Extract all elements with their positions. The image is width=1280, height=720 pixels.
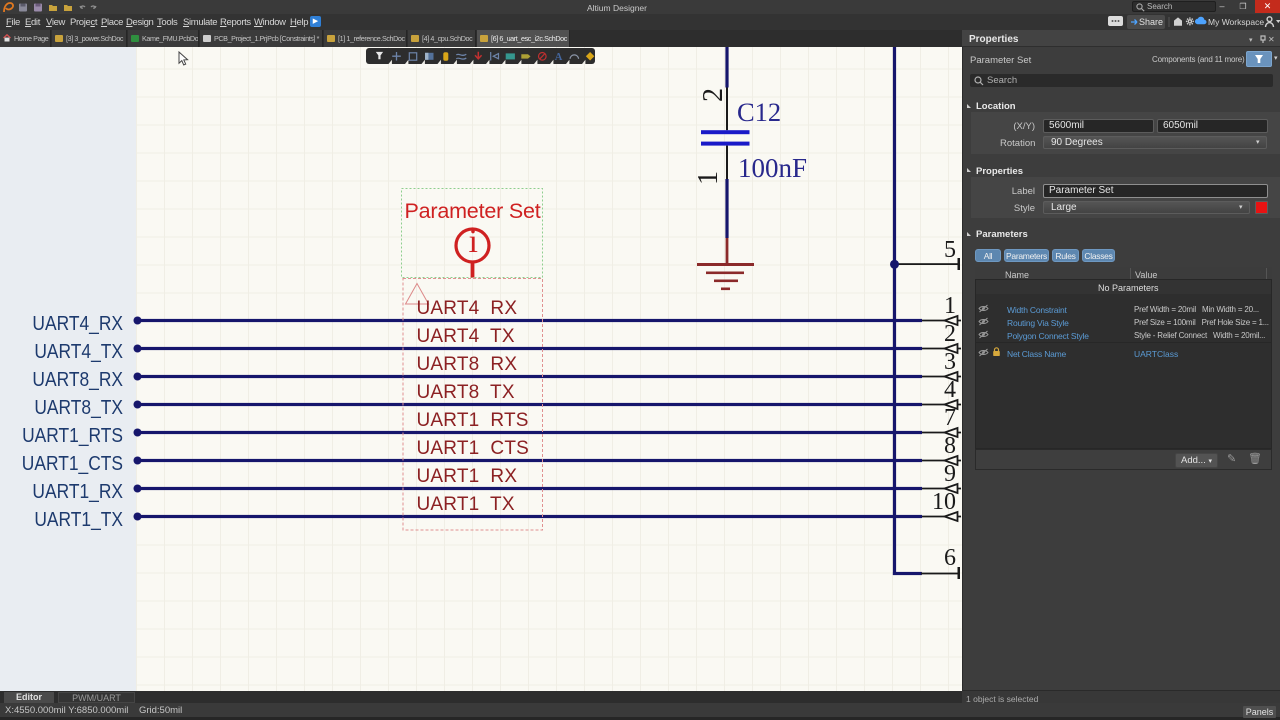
svg-text:My Workspace: My Workspace [1208, 17, 1264, 27]
svg-text:Share: Share [1139, 17, 1163, 27]
svg-text:A: A [555, 52, 563, 63]
